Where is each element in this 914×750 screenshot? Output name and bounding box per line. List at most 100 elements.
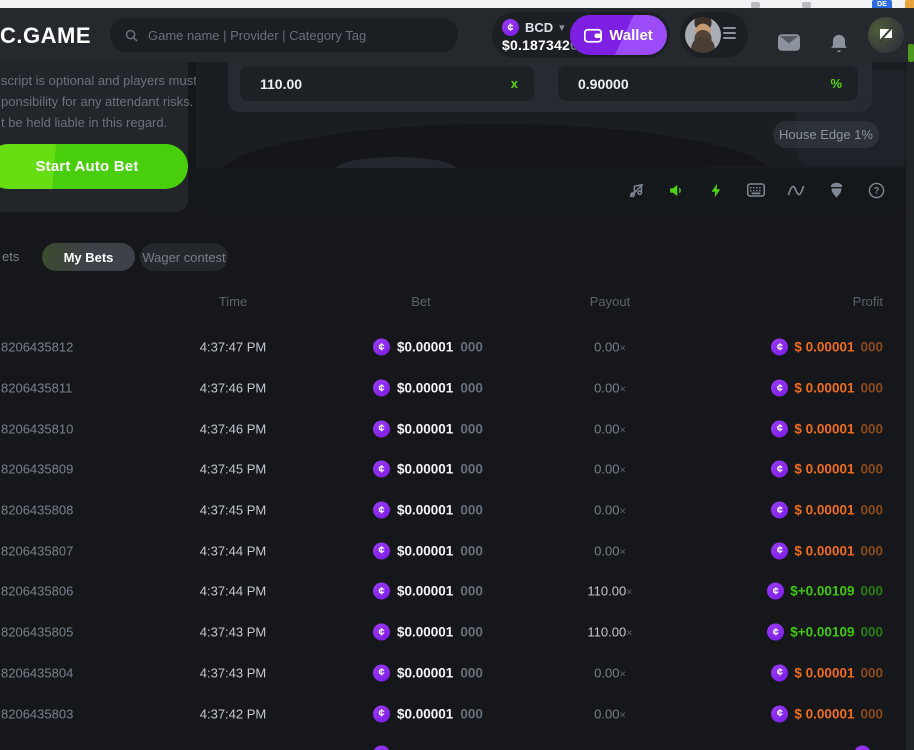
tab-all-bets[interactable]: ets bbox=[2, 249, 19, 264]
col-time: Time bbox=[150, 294, 316, 309]
scrollbar[interactable] bbox=[906, 62, 914, 750]
live-stats-icon[interactable] bbox=[787, 181, 805, 199]
house-edge-badge: House Edge 1% bbox=[773, 121, 879, 148]
table-row[interactable]: 8206435805 4:37:43 PM ¢ $0.00001000 110.… bbox=[0, 612, 914, 653]
browser-extension-icon[interactable] bbox=[905, 0, 914, 8]
bet-amount: ¢ bbox=[373, 746, 404, 750]
bet-payout: 110.00× bbox=[540, 625, 680, 640]
help-icon[interactable]: ? bbox=[867, 181, 885, 199]
win-chance-input[interactable]: 0.90000 % bbox=[558, 66, 858, 101]
game-toolbar: ? bbox=[196, 168, 905, 212]
browser-extension-de-badge[interactable]: DE bbox=[872, 0, 892, 8]
currency-code: BCD bbox=[525, 20, 553, 35]
bet-amount: ¢ $0.00001000 bbox=[373, 624, 483, 641]
bet-time: 4:37:45 PM bbox=[150, 503, 316, 518]
auto-bet-sidebar: script is optional and players must take… bbox=[0, 62, 188, 212]
bcd-coin-icon: ¢ bbox=[373, 664, 390, 681]
bet-amount: ¢ $0.00001000 bbox=[373, 542, 483, 559]
bet-payout: 0.00× bbox=[540, 421, 680, 436]
multiplier-suffix-icon: x bbox=[511, 76, 518, 91]
table-row[interactable]: 8206435809 4:37:45 PM ¢ $0.00001000 0.00… bbox=[0, 449, 914, 490]
game-search[interactable] bbox=[110, 18, 458, 52]
table-row[interactable]: 8206435807 4:37:44 PM ¢ $0.00001000 0.00… bbox=[0, 530, 914, 571]
payout-multiplier-input[interactable]: 110.00 x bbox=[240, 66, 534, 101]
bcd-coin-icon: ¢ bbox=[502, 19, 519, 36]
bcd-coin-icon: ¢ bbox=[373, 502, 390, 519]
script-disclaimer: script is optional and players must take… bbox=[1, 70, 225, 133]
bcd-coin-icon: ¢ bbox=[373, 624, 390, 641]
wallet-button[interactable]: Wallet bbox=[570, 15, 667, 55]
browser-toolbar-edge: DE bbox=[0, 0, 914, 8]
bet-id: 8206435809 bbox=[1, 462, 73, 477]
bet-time: 4:37:46 PM bbox=[150, 381, 316, 396]
bet-payout: 0.00× bbox=[540, 462, 680, 477]
tab-wager-contest[interactable]: Wager contest bbox=[140, 243, 228, 271]
profile-menu[interactable] bbox=[680, 12, 748, 58]
bet-id: 8206435811 bbox=[1, 381, 72, 396]
table-row[interactable]: 8206435803 4:37:42 PM ¢ $0.00001000 0.00… bbox=[0, 693, 914, 734]
music-off-icon[interactable] bbox=[627, 181, 645, 199]
table-row[interactable]: 8206435808 4:37:45 PM ¢ $0.00001000 0.00… bbox=[0, 490, 914, 531]
bet-time: 4:37:46 PM bbox=[150, 421, 316, 436]
svg-text:?: ? bbox=[873, 185, 879, 195]
profile-menu-icon bbox=[723, 32, 736, 34]
bcd-coin-icon: ¢ bbox=[767, 624, 784, 641]
bet-payout: 110.00× bbox=[540, 584, 680, 599]
bcd-coin-icon: ¢ bbox=[373, 705, 390, 722]
bet-profit: ¢ $ 0.00001000 bbox=[771, 705, 883, 722]
scrollbar-accent bbox=[908, 44, 914, 62]
col-bet: Bet bbox=[373, 294, 469, 309]
start-auto-bet-button[interactable]: Start Auto Bet bbox=[0, 144, 188, 189]
site-logo[interactable]: C.GAME bbox=[0, 23, 91, 49]
bet-time: 4:37:47 PM bbox=[150, 340, 316, 355]
bet-id: 8206435808 bbox=[1, 503, 73, 518]
bcd-coin-icon: ¢ bbox=[771, 664, 788, 681]
table-row[interactable]: 8206435811 4:37:46 PM ¢ $0.00001000 0.00… bbox=[0, 368, 914, 409]
bet-amount: ¢ $0.00001000 bbox=[373, 664, 483, 681]
currency-selector[interactable]: ¢ BCD ▾ $0.18734200 Wallet bbox=[492, 12, 670, 58]
bcd-coin-icon: ¢ bbox=[373, 746, 390, 750]
bet-amount: ¢ $0.00001000 bbox=[373, 339, 483, 356]
top-navbar: C.GAME ¢ BCD ▾ $0.18734200 Wallet bbox=[0, 8, 914, 62]
bet-id: 8206435806 bbox=[1, 584, 73, 599]
bet-profit: ¢ $ 0.00001000 bbox=[771, 664, 883, 681]
bcd-coin-icon: ¢ bbox=[854, 746, 871, 750]
table-row[interactable]: ¢ × ¢ bbox=[0, 734, 914, 750]
table-row[interactable]: 8206435806 4:37:44 PM ¢ $0.00001000 110.… bbox=[0, 571, 914, 612]
bet-profit: ¢ $ 0.00001000 bbox=[771, 380, 883, 397]
bcd-coin-icon: ¢ bbox=[373, 380, 390, 397]
chat-off-icon bbox=[877, 26, 895, 44]
search-icon bbox=[124, 28, 139, 43]
bets-tabs: ets My Bets Wager contest bbox=[0, 243, 914, 271]
bet-profit: ¢ $ 0.00001000 bbox=[771, 420, 883, 437]
tab-my-bets[interactable]: My Bets bbox=[42, 243, 135, 271]
bet-payout: 0.00× bbox=[540, 340, 680, 355]
seeds-icon[interactable] bbox=[827, 181, 845, 199]
bet-profit: ¢ $ 0.00001000 bbox=[771, 502, 883, 519]
bcd-coin-icon: ¢ bbox=[373, 339, 390, 356]
bet-payout: 0.00× bbox=[540, 543, 680, 558]
quick-bet-bolt-icon[interactable] bbox=[707, 181, 725, 199]
bcd-coin-icon: ¢ bbox=[771, 502, 788, 519]
hotkeys-keyboard-icon[interactable] bbox=[747, 181, 765, 199]
table-row[interactable]: 8206435810 4:37:46 PM ¢ $0.00001000 0.00… bbox=[0, 408, 914, 449]
notifications-bell-icon[interactable] bbox=[830, 34, 848, 53]
bet-profit: ¢ bbox=[854, 746, 883, 750]
bet-payout: 0.00× bbox=[540, 706, 680, 721]
table-row[interactable]: 8206435812 4:37:47 PM ¢ $0.00001000 0.00… bbox=[0, 327, 914, 368]
sound-on-icon[interactable] bbox=[667, 181, 685, 199]
bet-id: 8206435805 bbox=[1, 625, 73, 640]
table-row[interactable]: 8206435804 4:37:43 PM ¢ $0.00001000 0.00… bbox=[0, 653, 914, 694]
bet-time: 4:37:44 PM bbox=[150, 584, 316, 599]
bet-id: 8206435810 bbox=[1, 421, 73, 436]
search-input[interactable] bbox=[148, 28, 444, 43]
bcd-coin-icon: ¢ bbox=[373, 420, 390, 437]
chat-toggle[interactable] bbox=[868, 17, 904, 53]
bcd-coin-icon: ¢ bbox=[771, 542, 788, 559]
bet-profit: ¢ $+0.00109000 bbox=[767, 583, 883, 600]
bet-amount: ¢ $0.00001000 bbox=[373, 583, 483, 600]
messages-icon[interactable] bbox=[778, 34, 800, 51]
bcd-coin-icon: ¢ bbox=[771, 380, 788, 397]
bcd-coin-icon: ¢ bbox=[771, 461, 788, 478]
avatar[interactable] bbox=[685, 17, 721, 53]
